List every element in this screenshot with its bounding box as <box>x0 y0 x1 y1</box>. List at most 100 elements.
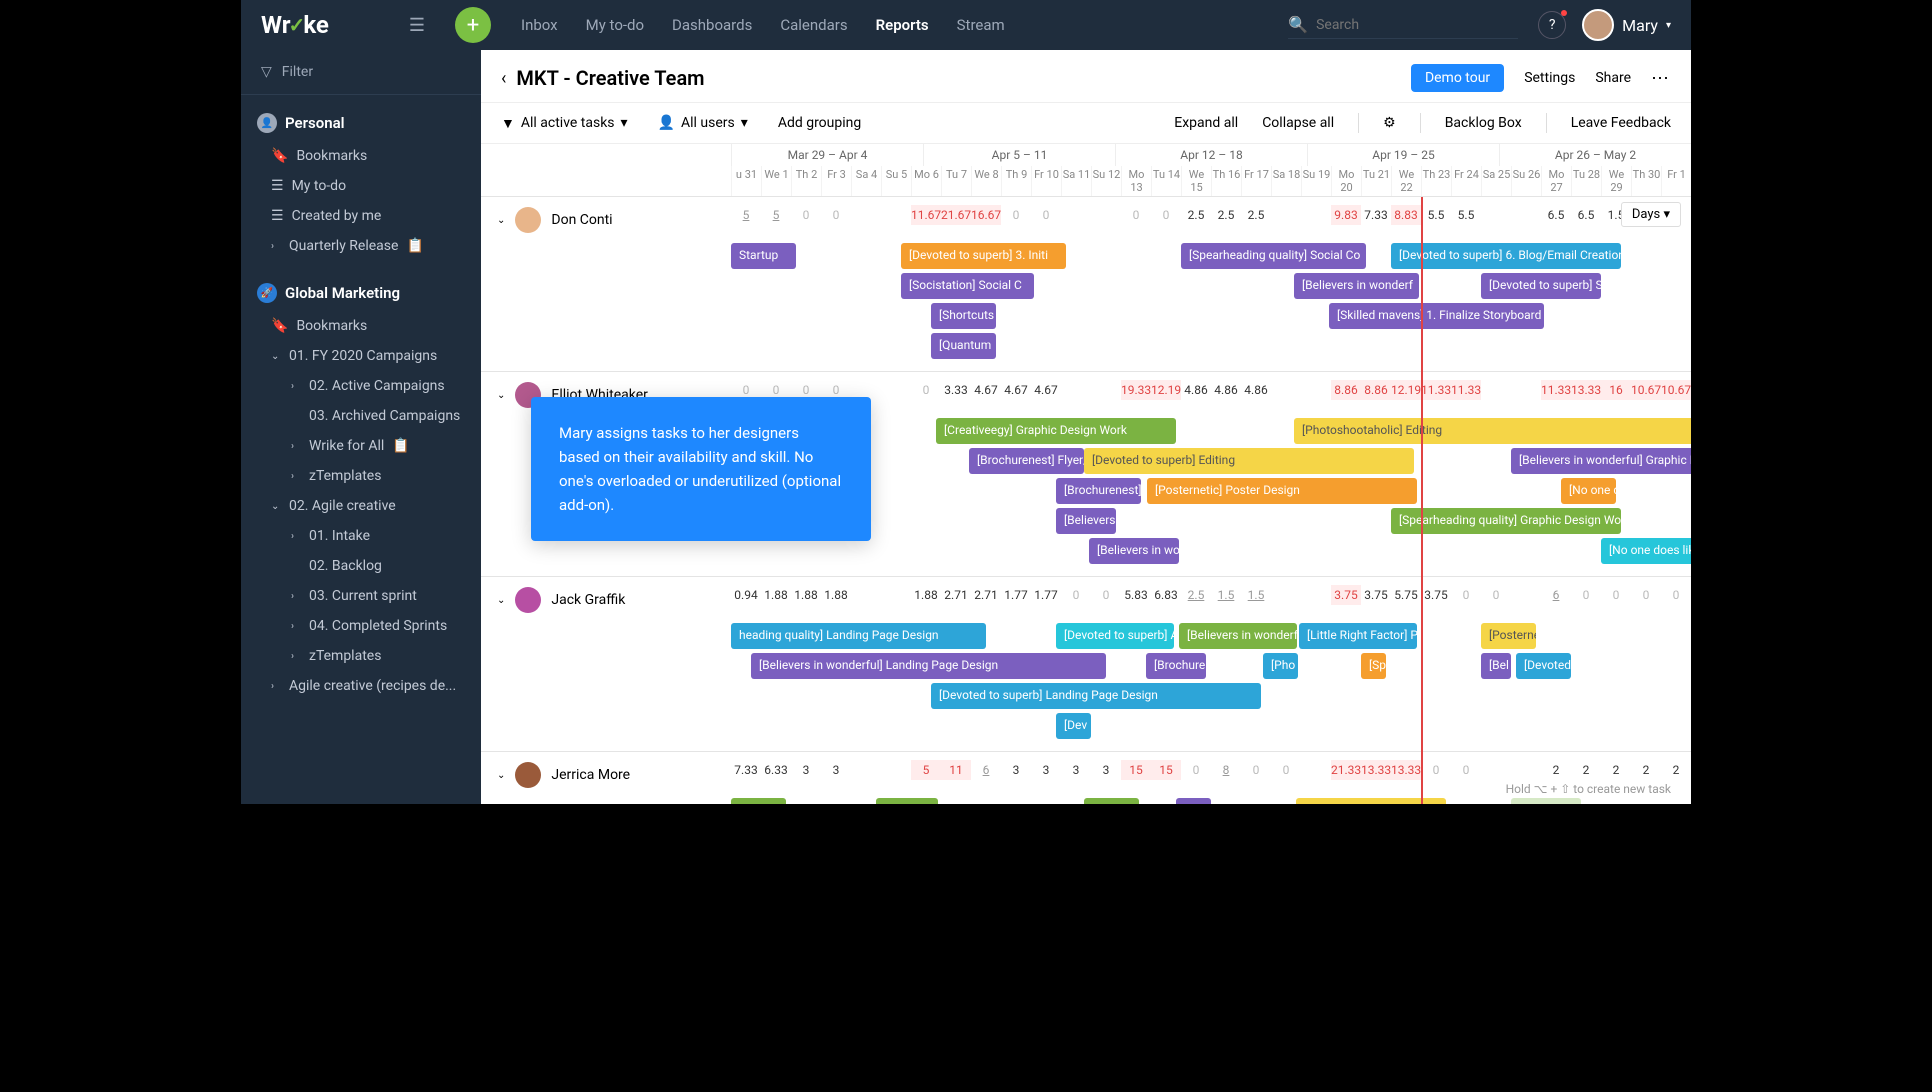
task-bar[interactable]: b] 2. Fina <box>731 798 786 804</box>
task-bar[interactable]: [Brochurenest] Flyer/ <box>969 448 1084 474</box>
nav-mytodo[interactable]: My to-do <box>586 16 644 34</box>
task-bar[interactable]: [Devoted to superb] A <box>1056 623 1174 649</box>
task-bar[interactable]: [Spearheading quality] Graphic Design Wo… <box>1391 508 1621 534</box>
nav-inbox[interactable]: Inbox <box>521 16 558 34</box>
collapse-all[interactable]: Collapse all <box>1262 115 1334 131</box>
sidebar-bookmarks2[interactable]: 🔖Bookmarks <box>257 311 465 341</box>
task-bar[interactable]: [ Startup <box>876 798 938 804</box>
days-dropdown[interactable]: Days ▾ <box>1621 202 1681 227</box>
expand-all[interactable]: Expand all <box>1174 115 1238 131</box>
task-bar[interactable]: [Con <box>1176 798 1211 804</box>
task-bar[interactable]: [The Influe <box>1511 798 1581 804</box>
task-bar[interactable]: [Bel <box>1481 653 1511 679</box>
sidebar-agile[interactable]: ⌄02. Agile creative <box>257 491 465 521</box>
task-bar[interactable]: [Socistation] Social C <box>901 273 1034 299</box>
hour-cell: 2 <box>1571 760 1601 780</box>
filter-all-users[interactable]: 👤All users▾ <box>658 115 748 131</box>
hour-cell <box>851 760 881 780</box>
filter-input[interactable]: ▽Filter <box>241 64 481 95</box>
sidebar-active-campaigns[interactable]: ›02. Active Campaigns <box>257 371 465 401</box>
add-grouping[interactable]: Add grouping <box>778 115 861 131</box>
sidebar-fy2020[interactable]: ⌄01. FY 2020 Campaigns <box>257 341 465 371</box>
sidebar-backlog[interactable]: 02. Backlog <box>257 551 465 581</box>
leave-feedback[interactable]: Leave Feedback <box>1571 115 1671 131</box>
hour-cell <box>1061 205 1091 225</box>
add-button[interactable]: + <box>455 7 491 43</box>
chevron-down-icon[interactable]: ⌄ <box>497 595 505 606</box>
task-bar[interactable]: [Creativeegy] Graphic Design Work <box>936 418 1176 444</box>
filter-active-tasks[interactable]: ▼All active tasks▾ <box>501 115 628 132</box>
help-button[interactable]: ? <box>1538 11 1566 39</box>
task-bar[interactable]: [Believers in wonderf <box>1294 273 1419 299</box>
logo[interactable]: Wr✓ke <box>261 11 329 39</box>
sidebar-intake[interactable]: ›01. Intake <box>257 521 465 551</box>
task-bar[interactable]: [No one d <box>1561 478 1616 504</box>
task-bar[interactable]: [Posternetic] Poster Design <box>1147 478 1417 504</box>
chevron-down-icon[interactable]: ⌄ <box>497 770 505 781</box>
hour-cell <box>1511 380 1541 400</box>
sidebar-bookmarks[interactable]: 🔖Bookmarks <box>257 141 465 171</box>
task-bar[interactable]: [Believers in wonderful] Graphic De <box>1511 448 1691 474</box>
task-bar[interactable]: Startup <box>731 243 796 269</box>
user-menu[interactable]: Mary ▾ <box>1582 9 1671 41</box>
chevron-down-icon[interactable]: ⌄ <box>497 215 505 226</box>
task-bar[interactable]: [Brochure <box>1146 653 1206 679</box>
onboarding-tooltip: Mary assigns tasks to her designers base… <box>531 397 871 541</box>
user-name: Mary <box>1622 16 1658 35</box>
nav-reports[interactable]: Reports <box>876 16 929 34</box>
backlog-box[interactable]: Backlog Box <box>1445 115 1522 131</box>
task-bar[interactable]: [Brochurenest] <box>1056 478 1141 504</box>
sidebar-ztemplates[interactable]: ›zTemplates <box>257 461 465 491</box>
task-bar[interactable]: [Devoted to superb] 3. Initi <box>901 243 1066 269</box>
task-bar[interactable]: [Photoshootaholic] Editing <box>1294 418 1691 444</box>
task-bar[interactable]: [Little Right Factor] P <box>1299 623 1417 649</box>
task-bar[interactable]: [Devoted to superb] Editing <box>1084 448 1414 474</box>
nav-calendars[interactable]: Calendars <box>780 16 847 34</box>
task-bar[interactable]: [Quantum <box>931 333 996 359</box>
task-bar[interactable]: [Believers in wonderf <box>1179 623 1297 649</box>
task-bar[interactable]: [Devoted to superb] 5. Edit <box>1296 798 1446 804</box>
sidebar-mytodo[interactable]: ☰My to-do <box>257 171 465 201</box>
task-bar[interactable]: [Devoted <box>1516 653 1571 679</box>
task-bar[interactable]: [No one does like u <box>1601 538 1691 564</box>
sidebar-global[interactable]: 🚀Global Marketing <box>257 275 465 311</box>
task-bar[interactable]: [Devoted to superb] S <box>1481 273 1601 299</box>
sidebar-agile-recipes[interactable]: ›Agile creative (recipes de... <box>257 671 465 701</box>
sidebar-completed[interactable]: ›04. Completed Sprints <box>257 611 465 641</box>
nav-dashboards[interactable]: Dashboards <box>672 16 752 34</box>
chevron-down-icon[interactable]: ⌄ <box>497 390 505 401</box>
demo-tour-button[interactable]: Demo tour <box>1411 64 1504 92</box>
task-bar[interactable]: [Shortcuts <box>931 303 996 329</box>
task-bar[interactable]: heading quality] Landing Page Design <box>731 623 986 649</box>
sidebar-wrike-all[interactable]: ›Wrike for All📋 <box>257 431 465 461</box>
settings-link[interactable]: Settings <box>1524 70 1575 86</box>
task-bar[interactable]: [Devoted to superb] 6. Blog/Email Creati… <box>1391 243 1621 269</box>
menu-icon[interactable]: ☰ <box>409 15 425 36</box>
search-input[interactable]: 🔍 <box>1288 11 1518 39</box>
sidebar-created[interactable]: ☰Created by me <box>257 201 465 231</box>
sidebar-archived[interactable]: 03. Archived Campaigns <box>257 401 465 431</box>
more-icon[interactable]: ⋯ <box>1651 68 1671 89</box>
share-link[interactable]: Share <box>1595 70 1631 86</box>
task-bar[interactable]: [Believers in wo <box>1089 538 1179 564</box>
hour-cell: 1.88 <box>821 585 851 605</box>
task-bar[interactable]: [Thieve] S <box>1084 798 1139 804</box>
nav-stream[interactable]: Stream <box>957 16 1005 34</box>
task-bar[interactable]: [Pho <box>1263 653 1298 679</box>
sidebar-ztemplates2[interactable]: ›zTemplates <box>257 641 465 671</box>
sidebar-sprint[interactable]: ›03. Current sprint <box>257 581 465 611</box>
settings-icon[interactable]: ⚙ <box>1383 115 1396 131</box>
sidebar-personal[interactable]: 👤Personal <box>257 105 465 141</box>
task-bar[interactable]: [Posterne <box>1481 623 1536 649</box>
hour-cell: 0 <box>1421 760 1451 780</box>
task-bar[interactable]: [Devoted to superb] Landing Page Design <box>931 683 1261 709</box>
task-bar[interactable]: [Believers <box>1056 508 1116 534</box>
task-bar[interactable]: [Skilled mavens] 1. Finalize Storyboard <box>1329 303 1544 329</box>
sidebar-quarterly[interactable]: ›Quarterly Release📋 <box>257 231 465 261</box>
task-bar[interactable]: [Sp <box>1361 653 1386 679</box>
task-bar[interactable]: [Spearheading quality] Social Co <box>1181 243 1366 269</box>
back-button[interactable]: ‹ <box>501 68 506 89</box>
day-header: Sa 11 <box>1061 166 1091 196</box>
task-bar[interactable]: [Believers in wonderful] Landing Page De… <box>751 653 1106 679</box>
task-bar[interactable]: [Dev <box>1056 713 1091 739</box>
